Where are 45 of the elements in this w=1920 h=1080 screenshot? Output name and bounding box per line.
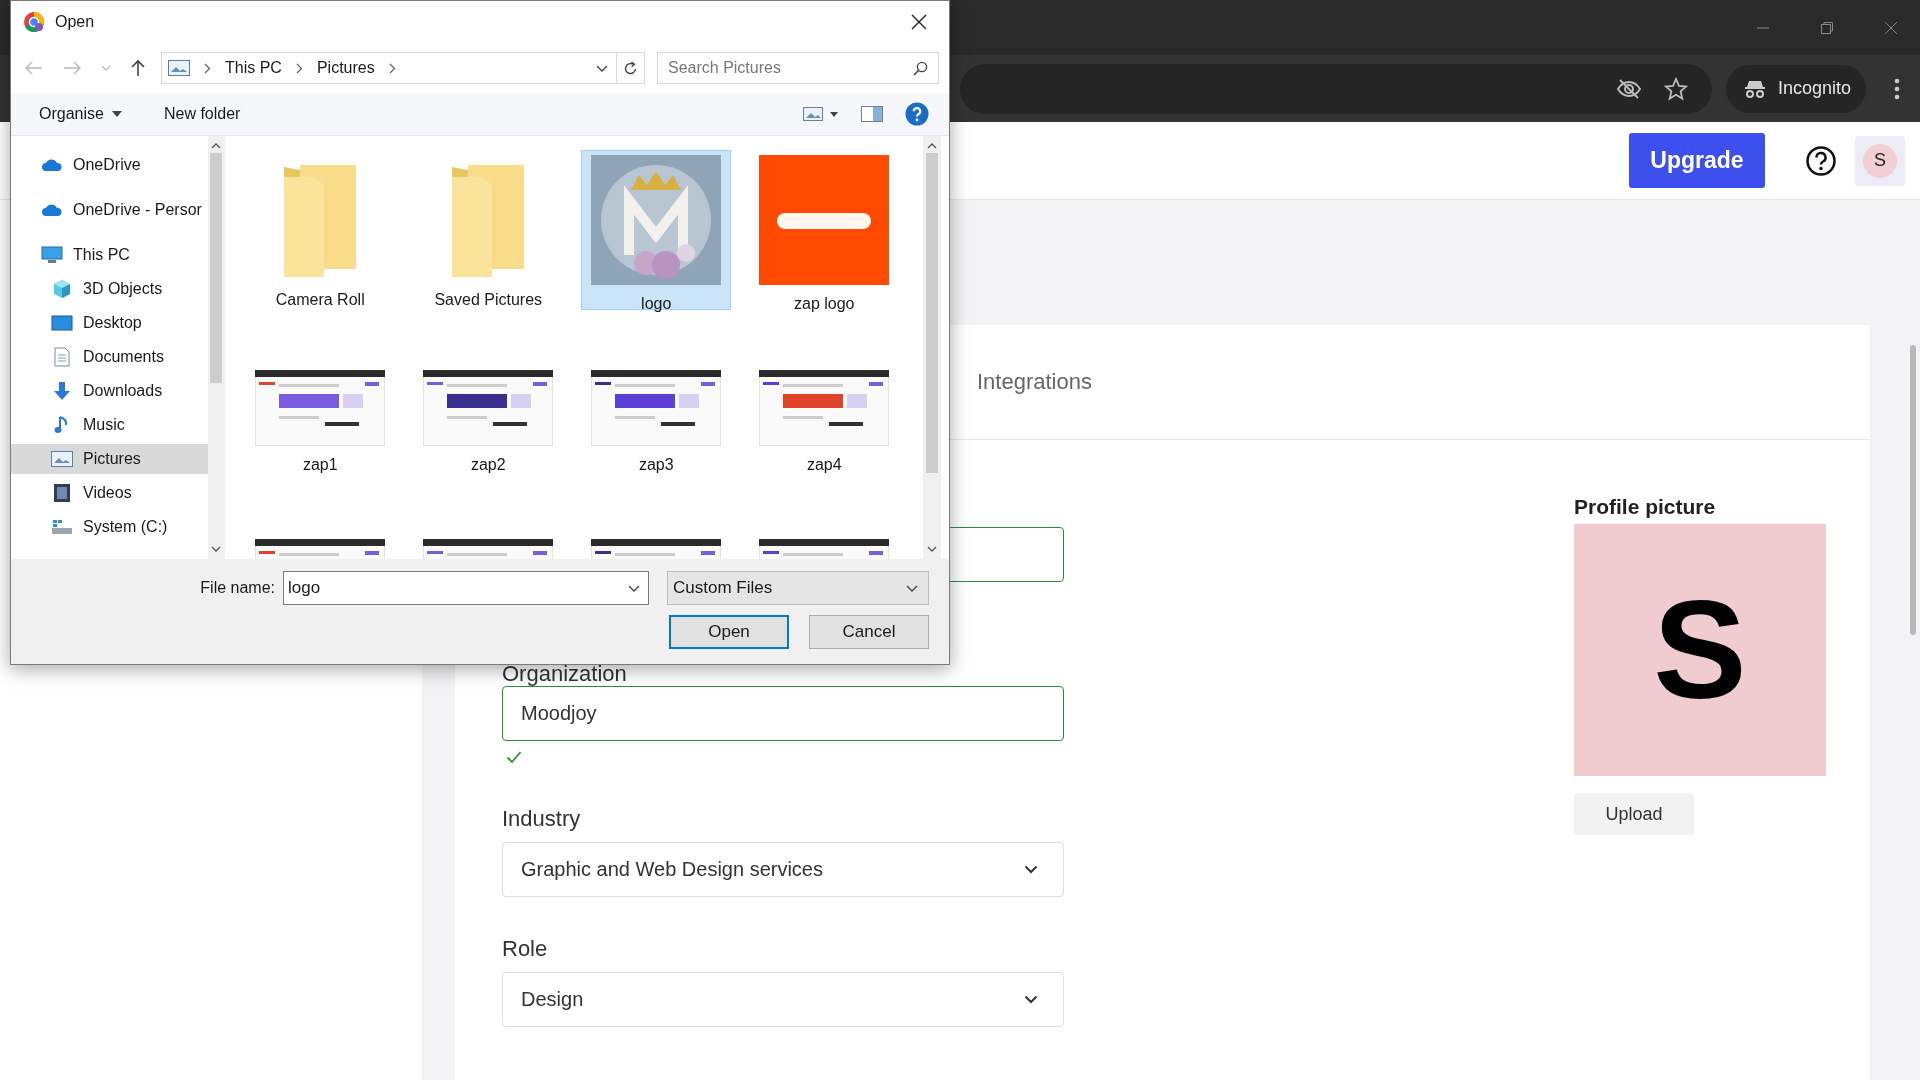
nav-item[interactable]: Documents <box>11 342 208 372</box>
select-field[interactable]: Graphic and Web Design services <box>502 842 1064 897</box>
breadcrumb-item[interactable]: This PC <box>225 59 282 77</box>
avatar-initial: S <box>1863 143 1897 178</box>
breadcrumb-item[interactable]: Pictures <box>316 59 375 77</box>
nav-item[interactable]: 3D Objects <box>11 274 208 304</box>
nav-item[interactable]: OneDrive - Persor <box>11 195 208 225</box>
nav-item[interactable]: Downloads <box>11 376 208 406</box>
nav-item[interactable]: OneDrive <box>11 150 208 180</box>
file-name-field[interactable]: logo <box>283 571 649 605</box>
dialog-title: Open <box>55 13 95 31</box>
file-item[interactable]: zap2 <box>413 315 564 475</box>
field-label: Industry <box>502 805 582 833</box>
nav-item[interactable]: This PC <box>11 240 208 270</box>
nav-item[interactable]: System (C:) <box>11 512 208 542</box>
open-button[interactable]: Open <box>669 615 789 649</box>
cancel-button[interactable]: Cancel <box>809 615 929 649</box>
nav-item[interactable]: Videos <box>11 478 208 508</box>
file-item[interactable]: zap3 <box>581 315 732 475</box>
field-label: Role <box>502 935 549 963</box>
select-field[interactable]: Design <box>502 972 1064 1027</box>
avatar-button[interactable]: S <box>1855 135 1905 186</box>
nav-item[interactable]: Pictures <box>11 444 208 474</box>
text-field[interactable]: Moodjoy <box>502 686 1064 741</box>
upgrade-button[interactable]: Upgrade <box>1629 133 1765 188</box>
incognito-button[interactable]: Incognito <box>1726 64 1866 113</box>
profile-picture-title: Profile picture <box>1574 494 1716 520</box>
new-folder-button[interactable]: New folder <box>161 101 243 127</box>
field-label: Organization <box>502 662 628 686</box>
profile-picture: S <box>1574 524 1826 776</box>
file-item[interactable]: zap1 <box>245 315 396 475</box>
organise-button[interactable]: Organise <box>37 101 124 127</box>
search-field[interactable]: Search Pictures <box>657 52 939 84</box>
file-name-label: File name: <box>200 579 275 597</box>
file-item[interactable]: Camera Roll <box>245 150 396 310</box>
integrations-tab[interactable]: Integrations <box>977 369 1092 395</box>
nav-item[interactable]: Desktop <box>11 308 208 338</box>
upload-button[interactable]: Upload <box>1574 793 1694 835</box>
file-item[interactable]: Saved Pictures <box>413 150 564 310</box>
file-item[interactable]: zap4 <box>749 315 900 475</box>
file-type-select[interactable]: Custom Files <box>667 571 929 605</box>
file-item[interactable]: logo <box>581 150 732 310</box>
address-field[interactable]: This PC Pictures <box>161 52 617 84</box>
nav-item[interactable]: Music <box>11 410 208 440</box>
file-item[interactable]: zap logo <box>749 150 900 310</box>
